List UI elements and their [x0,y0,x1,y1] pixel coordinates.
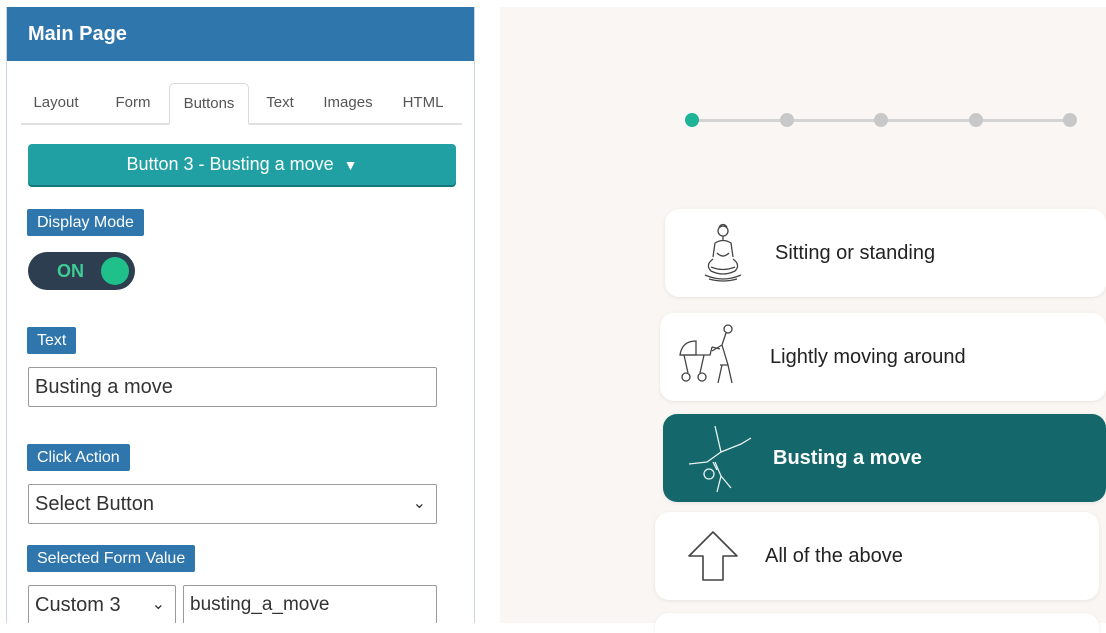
option-all-of-the-above[interactable]: All of the above [655,512,1099,600]
toggle-state-text: ON [57,261,84,281]
form-value-select-value: Custom 3 [35,594,121,616]
display-mode-toggle[interactable]: ON [28,252,135,290]
display-mode-label: Display Mode [27,209,144,236]
option-busting-a-move[interactable]: Busting a move [663,414,1106,502]
tab-images[interactable]: Images [313,83,383,123]
tab-bar: Layout Form Buttons Text Images HTML [21,83,462,125]
selected-form-value-label: Selected Form Value [27,545,196,572]
progress-step-dot [969,113,983,127]
progress-step-dot [874,113,888,127]
meditation-icon [704,223,742,282]
tab-html[interactable]: HTML [393,83,453,123]
option-sitting-or-standing[interactable]: Sitting or standing [665,209,1106,297]
toggle-knob [101,257,129,285]
form-value-input[interactable]: busting_a_move [183,585,437,623]
option-label: Sitting or standing [775,242,936,264]
chevron-down-icon: ⌄ [412,495,426,512]
chevron-down-icon: ⌄ [151,596,165,613]
option-label: Lightly moving around [770,346,966,368]
progress-step-dot [1063,113,1077,127]
text-input[interactable]: Busting a move [28,367,437,407]
tab-layout[interactable]: Layout [25,83,87,123]
cartwheel-icon [688,425,752,493]
progress-step-dot [780,113,794,127]
preview-pane: Sitting or standing Lightly moving aroun… [500,7,1106,633]
form-value-select[interactable]: Custom 3 ⌄ [28,585,176,623]
option-card-partial [655,613,1099,633]
text-label: Text [27,327,77,354]
click-action-select[interactable]: Select Button ⌄ [28,484,437,524]
progress-step-dot [685,113,699,127]
editor-panel: Main Page Layout Form Buttons Text Image… [6,7,475,623]
option-label: All of the above [765,545,903,567]
click-action-label: Click Action [27,444,130,471]
panel-title: Main Page [7,7,474,61]
arrow-up-icon [688,531,738,581]
tab-text[interactable]: Text [257,83,303,123]
option-lightly-moving-around[interactable]: Lightly moving around [660,313,1106,401]
button-selector-label: Button 3 - Busting a move [126,154,334,174]
option-label: Busting a move [773,447,922,469]
click-action-value: Select Button [35,493,154,515]
tab-buttons[interactable]: Buttons [169,83,249,125]
button-selector-dropdown[interactable]: Button 3 - Busting a move ▼ [28,144,456,185]
tab-form[interactable]: Form [107,83,159,123]
caret-down-icon: ▼ [343,156,358,173]
stroller-walk-icon [679,324,733,384]
